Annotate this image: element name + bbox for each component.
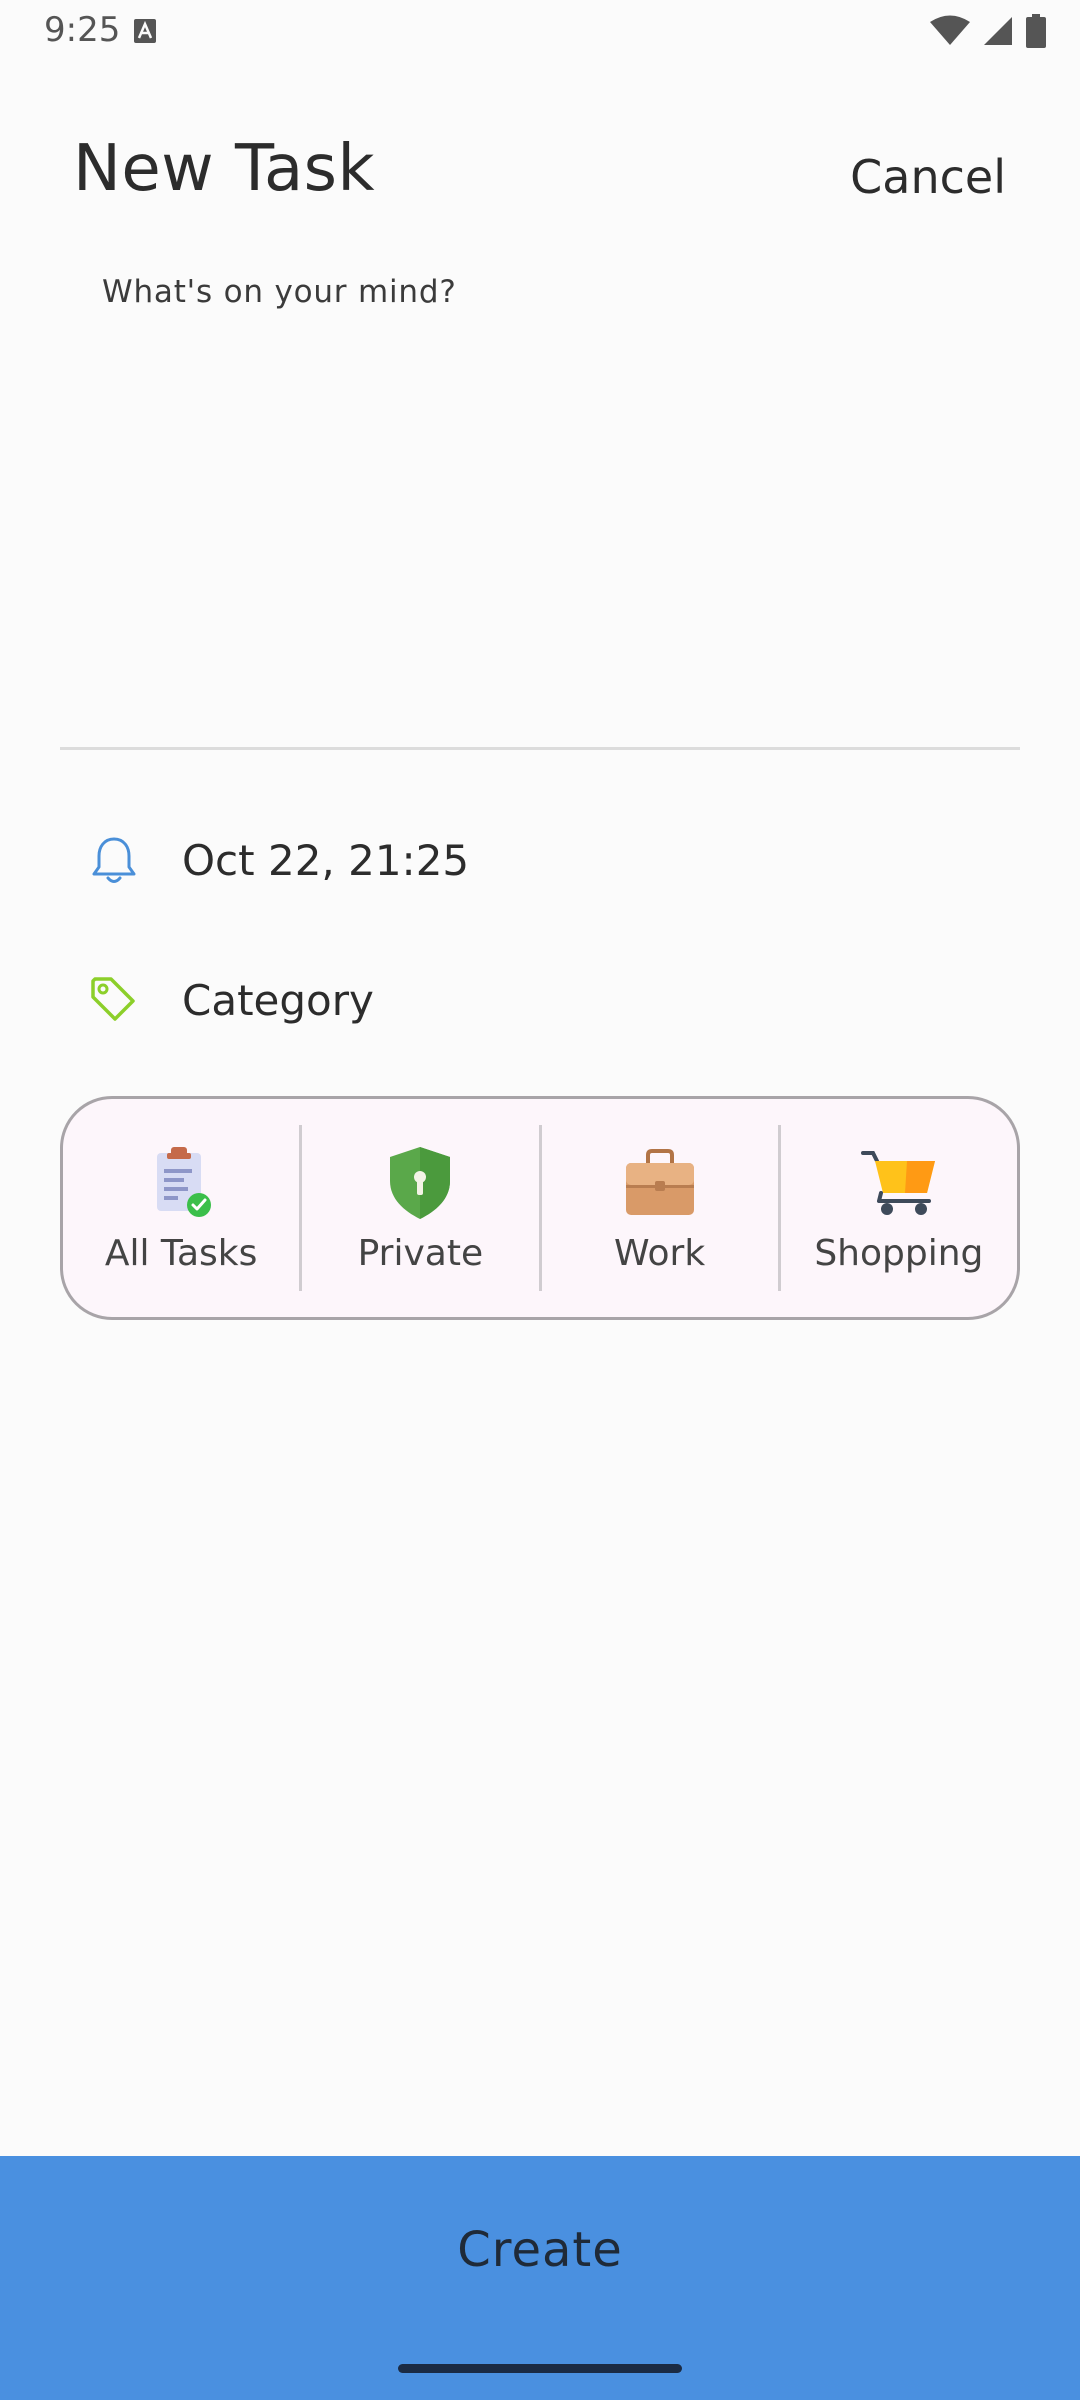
- clipboard-check-icon: [157, 1147, 212, 1217]
- create-button[interactable]: Create: [0, 2156, 1080, 2400]
- briefcase-icon: [625, 1149, 694, 1215]
- cancel-button[interactable]: Cancel: [850, 150, 1006, 204]
- category-item-label: All Tasks: [104, 1233, 258, 1274]
- bell-icon: [86, 832, 142, 888]
- reminder-date: Oct 22, 21:25: [182, 835, 470, 885]
- category-label: Category: [182, 975, 374, 1025]
- category-private[interactable]: Private: [299, 1125, 538, 1291]
- battery-icon: [1026, 14, 1046, 48]
- category-selector: All Tasks Private Work Shopping: [60, 1096, 1020, 1320]
- status-icons: [930, 14, 1046, 48]
- category-item-label: Private: [357, 1233, 484, 1274]
- category-item-label: Shopping: [814, 1233, 984, 1274]
- shopping-cart-icon: [860, 1151, 935, 1215]
- page-title: New Task: [73, 132, 376, 206]
- shield-lock-icon: [390, 1147, 451, 1219]
- signal-icon: [984, 17, 1012, 45]
- tag-icon: [86, 972, 142, 1028]
- reminder-row[interactable]: Oct 22, 21:25: [86, 820, 469, 900]
- category-all-tasks[interactable]: All Tasks: [63, 1125, 299, 1291]
- status-time: 9:25: [44, 10, 121, 50]
- category-item-label: Work: [614, 1233, 706, 1274]
- home-indicator[interactable]: [398, 2364, 682, 2373]
- wifi-icon: [930, 15, 970, 45]
- category-shopping[interactable]: Shopping: [777, 1125, 1017, 1291]
- create-button-label: Create: [457, 2222, 623, 2278]
- category-work[interactable]: Work: [538, 1125, 778, 1291]
- keyboard-a-icon: [134, 19, 156, 43]
- status-bar: 9:25: [0, 0, 1080, 60]
- task-input[interactable]: [60, 260, 1020, 750]
- category-row[interactable]: Category: [86, 960, 374, 1040]
